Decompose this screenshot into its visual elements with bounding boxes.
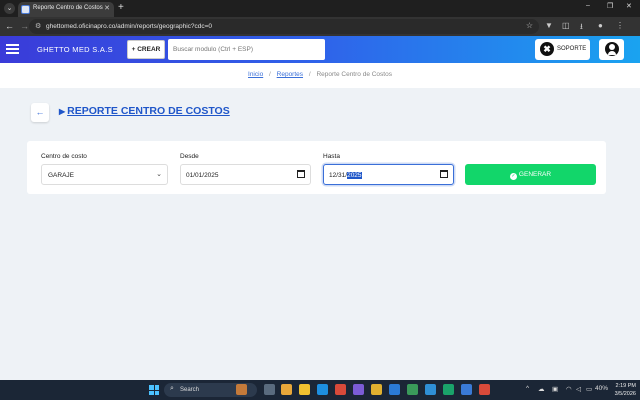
site-info-icon[interactable]: ⚙ [35, 22, 41, 30]
breadcrumb-current: Reporte Centro de Costos [316, 71, 392, 78]
battery-icon[interactable]: ▭ [586, 385, 592, 393]
app-icon[interactable] [461, 384, 472, 395]
cost-center-label: Centro de costo [41, 153, 87, 160]
app-tray-icon[interactable]: ▣ [552, 385, 558, 393]
battery-percent: 40% [595, 385, 609, 392]
app-icon[interactable] [353, 384, 364, 395]
breadcrumb-separator: / [269, 71, 271, 78]
support-label: SOPORTE [557, 46, 587, 52]
calendar-icon[interactable] [297, 170, 305, 178]
breadcrumb-home[interactable]: Inicio [248, 71, 263, 78]
forward-arrow-icon[interactable]: → [20, 21, 29, 31]
page-title[interactable]: ▶ REPORTE CENTRO DE COSTOS [59, 105, 230, 117]
minimize-icon[interactable]: – [586, 2, 590, 9]
to-date-input[interactable]: 12/31/2025 [323, 164, 454, 185]
os-taskbar: ⌕ Search ^ ☁ ▣ ◠ ◁ ▭ 40% 2:19 PM 3/5/202… [0, 380, 640, 400]
cost-center-value: GARAJE [48, 172, 75, 179]
system-clock[interactable]: 2:19 PM 3/5/2026 [608, 382, 636, 398]
taskbar-search-label: Search [180, 387, 200, 393]
clock-date: 3/5/2026 [614, 391, 636, 397]
close-window-icon[interactable]: ✕ [626, 2, 632, 10]
browser-menu-icon[interactable]: ⋮ [616, 21, 624, 30]
to-date-selected-year: 2025 [347, 172, 362, 179]
widgets-icon[interactable] [236, 384, 247, 395]
tab-title: Reporte Centro de Costos [33, 5, 103, 11]
user-menu-button[interactable] [599, 39, 624, 60]
address-bar-row: ← → ⚙ ghettomed.oficinapro.co/admin/repo… [0, 17, 640, 36]
windows-start-icon[interactable] [149, 385, 159, 395]
page-title-text: REPORTE CENTRO DE COSTOS [67, 105, 230, 117]
app-icon[interactable] [425, 384, 436, 395]
to-date-value: 12/31/2025 [329, 172, 362, 179]
breadcrumb-reports[interactable]: Reportes [277, 71, 303, 78]
chevron-down-icon: ⌄ [156, 171, 162, 178]
from-date-value: 01/01/2025 [186, 172, 219, 179]
file-explorer-icon[interactable] [299, 384, 310, 395]
cost-center-select[interactable]: GARAJE ⌄ [41, 164, 168, 185]
edge-icon[interactable] [317, 384, 328, 395]
browser-tab-strip: ⌄ Reporte Centro de Costos ✕ + – ❐ ✕ [0, 0, 640, 17]
company-name: GHETTO MED S.A.S [37, 45, 113, 54]
menu-icon[interactable] [6, 44, 19, 54]
chrome-icon[interactable] [479, 384, 490, 395]
favicon-icon [21, 5, 30, 14]
volume-icon[interactable]: ◁ [576, 385, 581, 393]
back-button[interactable]: ← [31, 103, 49, 122]
generate-button[interactable]: ✓ GENERAR [465, 164, 596, 185]
extensions-puzzle-icon[interactable]: ◫ [562, 21, 570, 30]
maximize-icon[interactable]: ❐ [607, 2, 613, 10]
breadcrumb: Inicio / Reportes / Reporte Centro de Co… [0, 71, 640, 78]
url-bar[interactable]: ⚙ ghettomed.oficinapro.co/admin/reports/… [29, 19, 539, 34]
download-icon[interactable]: ⭳ [580, 21, 583, 35]
generate-button-label: GENERAR [518, 171, 552, 178]
create-button-label: CREAR [137, 46, 161, 53]
tab-search-icon[interactable]: ⌄ [4, 3, 15, 14]
lifebuoy-icon: ✖ [540, 42, 554, 56]
breadcrumb-bar: Inicio / Reportes / Reporte Centro de Co… [0, 63, 640, 88]
from-date-input[interactable]: 01/01/2025 [180, 164, 311, 185]
task-view-icon[interactable] [264, 384, 275, 395]
browser-tab[interactable]: Reporte Centro de Costos ✕ [18, 2, 114, 17]
calendar-icon[interactable] [440, 170, 448, 178]
cloud-icon[interactable]: ☁ [538, 385, 545, 393]
app-icon[interactable] [443, 384, 454, 395]
chevron-up-icon[interactable]: ^ [526, 385, 529, 392]
app-icon[interactable] [371, 384, 382, 395]
chrome-beta-icon[interactable] [281, 384, 292, 395]
profile-icon[interactable]: ● [598, 21, 603, 30]
bookmark-star-icon[interactable]: ☆ [526, 21, 533, 30]
from-date-label: Desde [180, 153, 199, 160]
url-text: ghettomed.oficinapro.co/admin/reports/ge… [46, 23, 213, 30]
user-avatar-icon [605, 42, 619, 56]
create-button[interactable]: + CREAR [127, 40, 165, 59]
clock-time: 2:19 PM [615, 383, 636, 389]
check-circle-icon: ✓ [509, 173, 517, 180]
tab-close-icon[interactable]: ✕ [104, 4, 110, 12]
app-header: GHETTO MED S.A.S + CREAR ✖ SOPORTE [0, 36, 640, 63]
caret-right-icon: ▶ [59, 107, 66, 116]
chrome-icon[interactable] [335, 384, 346, 395]
to-date-prefix: 12/31/ [329, 172, 348, 179]
report-filter-card: Centro de costo GARAJE ⌄ Desde 01/01/202… [27, 141, 606, 194]
extension-icon[interactable]: ▼ [545, 21, 553, 30]
module-search-input[interactable] [168, 39, 325, 60]
terminal-icon[interactable] [407, 384, 418, 395]
support-button[interactable]: ✖ SOPORTE [535, 39, 590, 60]
app-icon[interactable] [389, 384, 400, 395]
to-date-label: Hasta [323, 153, 340, 160]
breadcrumb-separator: / [308, 71, 311, 78]
back-arrow-icon[interactable]: ← [5, 21, 14, 31]
wifi-icon[interactable]: ◠ [566, 385, 572, 393]
search-icon: ⌕ [170, 385, 174, 392]
new-tab-icon[interactable]: + [118, 2, 124, 13]
